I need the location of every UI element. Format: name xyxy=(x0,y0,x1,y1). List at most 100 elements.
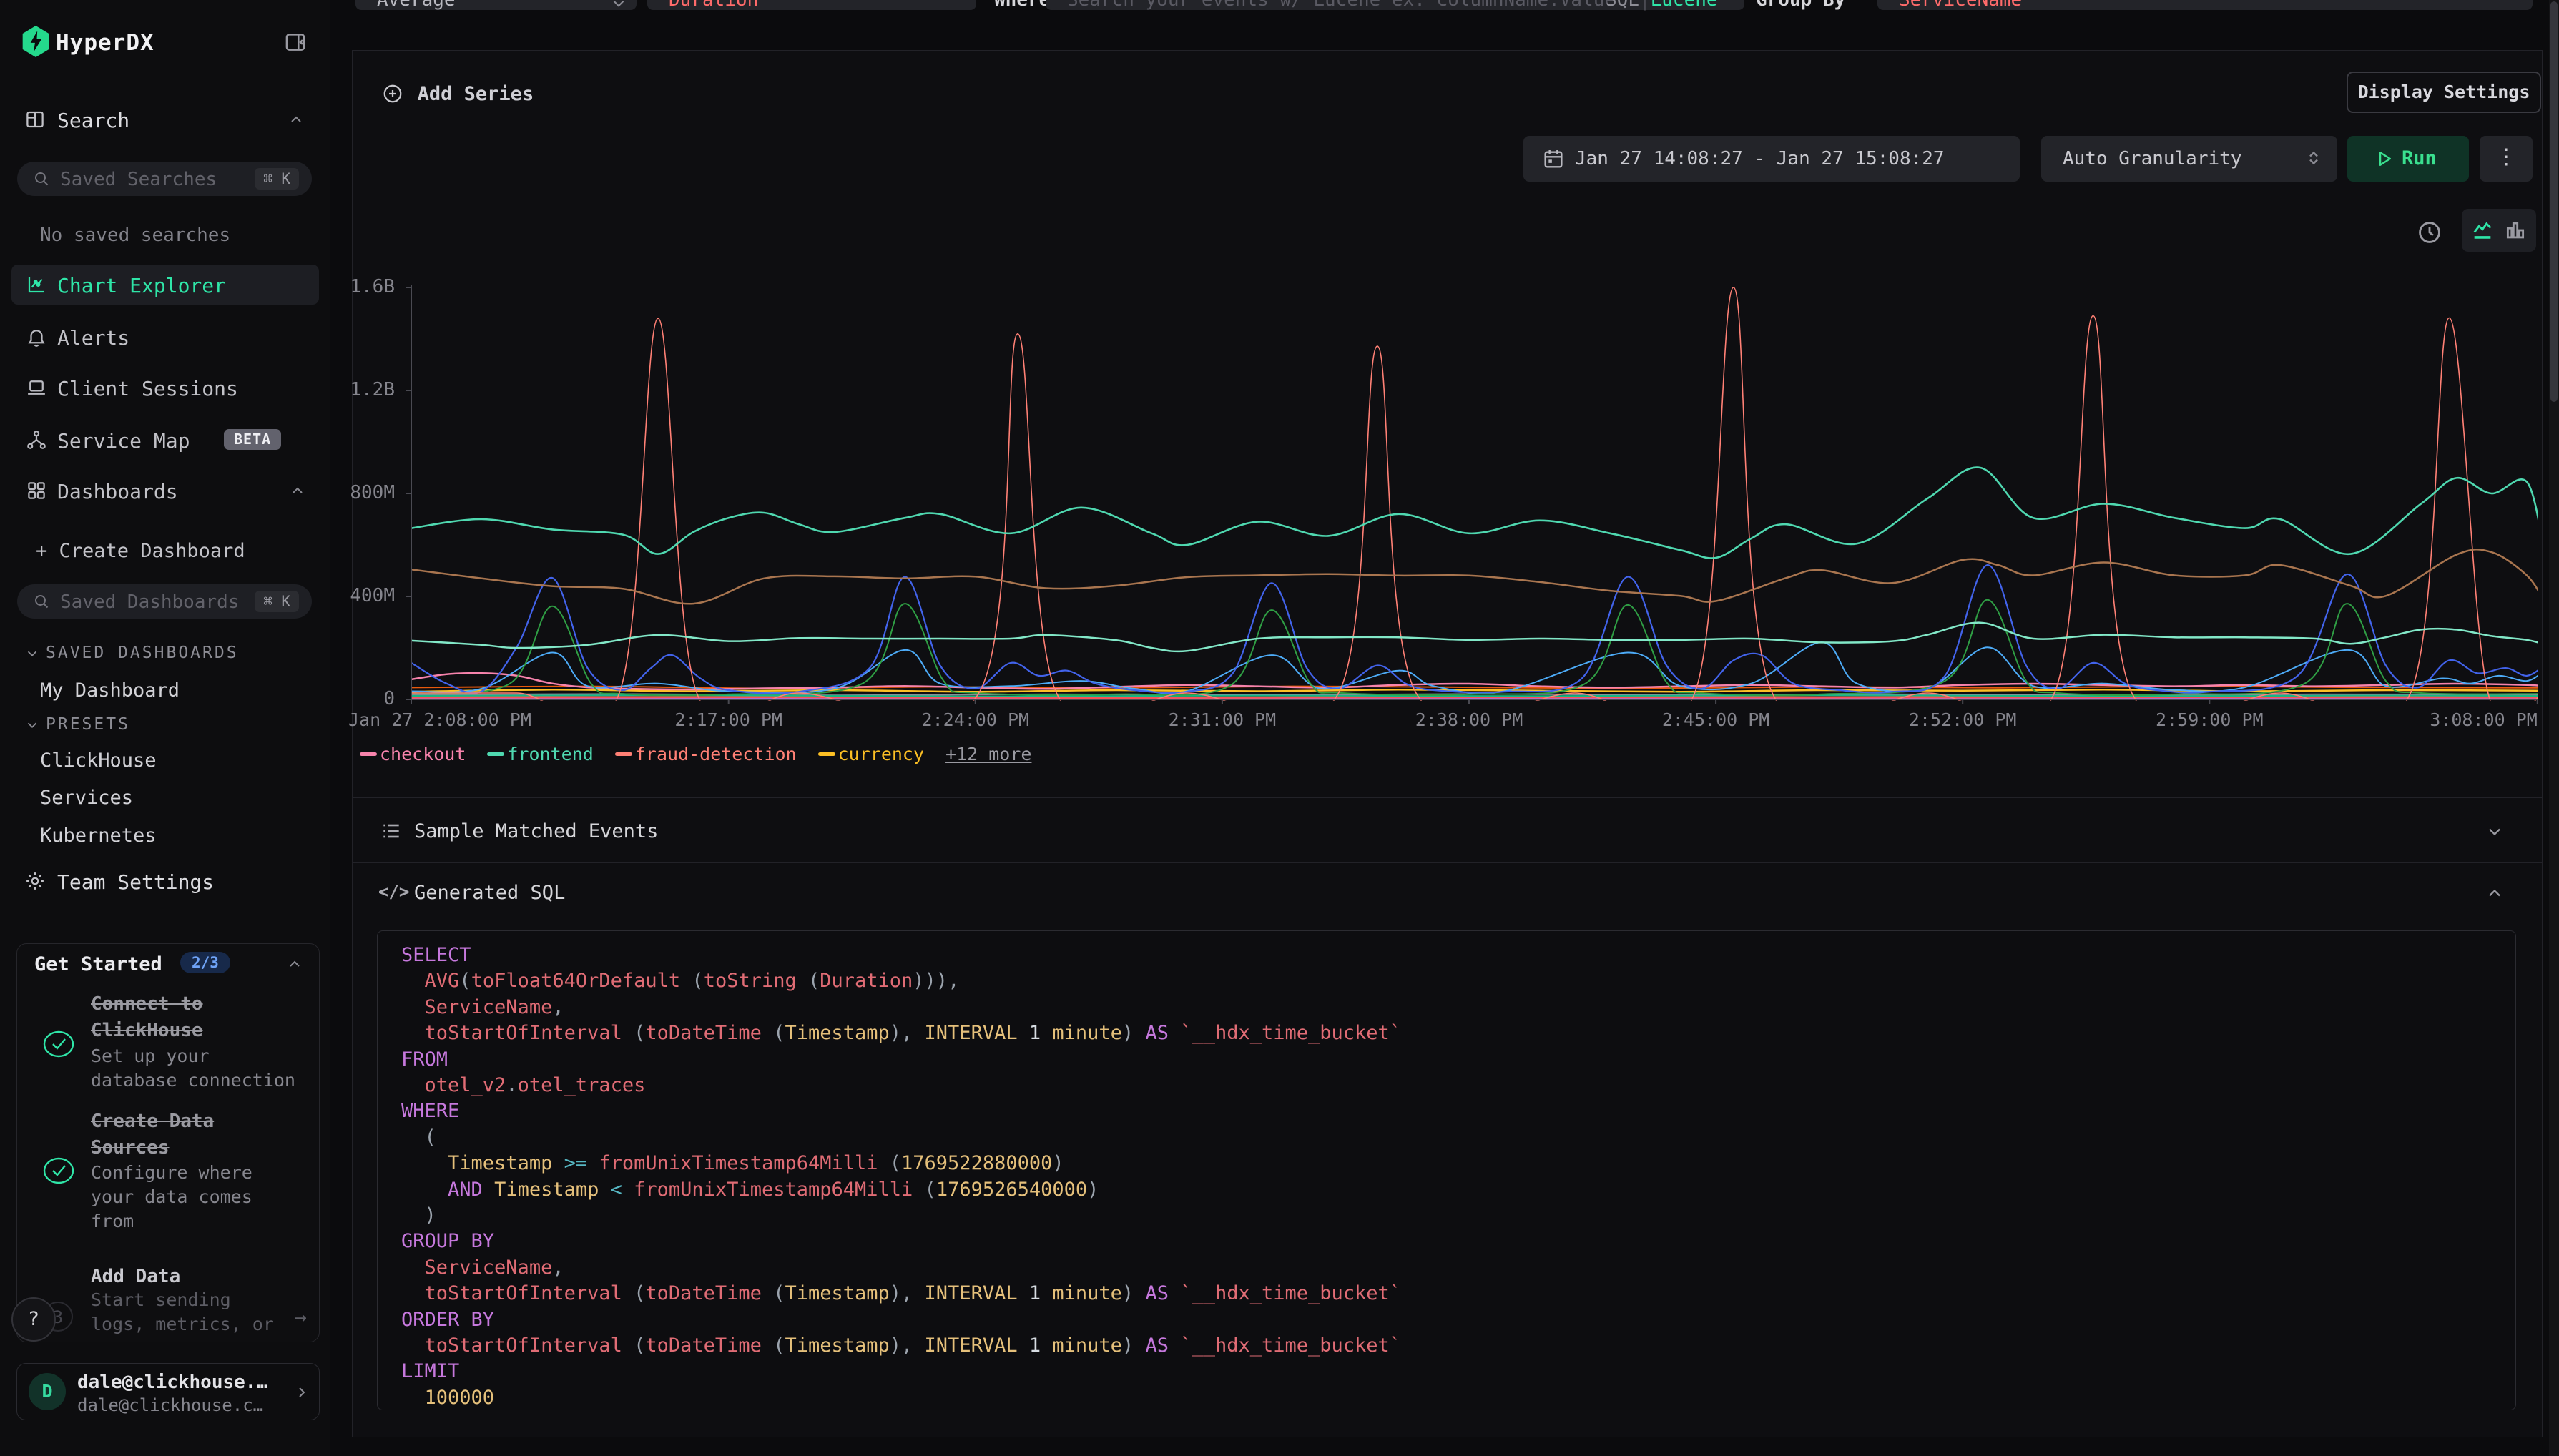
arrow-right-icon: → xyxy=(295,1305,307,1329)
chevron-up-icon[interactable] xyxy=(2485,883,2505,903)
timeseries-chart[interactable] xyxy=(404,272,2545,709)
sql-line: Timestamp >= fromUnixTimestamp64Milli (1… xyxy=(401,1151,1064,1176)
legend-item-frontend[interactable]: frontend xyxy=(487,744,593,764)
sql-code-block[interactable]: SELECT AVG(toFloat64OrDefault (toString … xyxy=(377,930,2516,1410)
sidebar-item-client-sessions[interactable]: Client Sessions xyxy=(11,368,319,408)
sql-line: ORDER BY xyxy=(401,1307,494,1333)
chevron-right-icon xyxy=(293,1384,310,1401)
group-header-saved-dashboards[interactable]: SAVED DASHBOARDS xyxy=(24,644,239,665)
dashboard-link-kubernetes[interactable]: Kubernetes xyxy=(40,825,157,847)
get-started-progress-badge: 2/3 xyxy=(180,952,230,973)
legend-label: frontend xyxy=(507,744,593,764)
line-chart-icon[interactable] xyxy=(2470,218,2495,242)
saved-searches-input[interactable]: Saved Searches ⌘ K xyxy=(17,162,312,196)
legend-more-link[interactable]: +12 more xyxy=(945,744,1031,764)
legend-label: fraud-detection xyxy=(635,744,797,764)
hyperdx-app: HyperDX Search Saved Searches ⌘ K xyxy=(0,0,2559,1456)
bar-chart-icon[interactable] xyxy=(2503,218,2528,242)
create-dashboard-button[interactable]: + Create Dashboard xyxy=(36,540,245,562)
time-range-picker[interactable]: Jan 27 14:08:27 - Jan 27 15:08:27 xyxy=(1523,136,2020,182)
chevron-down-icon xyxy=(609,0,628,13)
run-label: Run xyxy=(2402,147,2437,169)
user-name: dale@clickhouse.… xyxy=(77,1372,267,1393)
chevron-up-icon[interactable] xyxy=(288,111,305,128)
dashboard-link-clickhouse[interactable]: ClickHouse xyxy=(40,749,157,772)
granularity-select[interactable]: Auto Granularity xyxy=(2041,136,2337,182)
step-title: Add Data xyxy=(91,1264,180,1290)
sidebar-item-label: Dashboards xyxy=(57,480,178,503)
list-icon xyxy=(380,820,403,842)
chevron-up-icon[interactable] xyxy=(286,955,303,973)
mode-sql-label[interactable]: SQL xyxy=(1606,0,1639,11)
sql-line: SELECT xyxy=(401,943,471,968)
sidebar-section-search[interactable]: Search xyxy=(0,104,330,135)
aggregation-value: Average xyxy=(377,0,456,9)
query-language-toggle[interactable]: SQL|Lucene xyxy=(1606,0,1718,9)
beta-badge: BETA xyxy=(224,429,281,450)
x-axis-tick-label: 2:45:00 PM xyxy=(1662,709,1770,730)
sample-matched-events-panel[interactable]: Sample Matched Events xyxy=(352,797,2543,862)
mode-divider: | xyxy=(1639,0,1651,11)
sql-line: FROM xyxy=(401,1047,448,1073)
sidebar-item-team-settings[interactable]: Team Settings xyxy=(0,865,330,897)
laptop-icon xyxy=(26,377,47,398)
x-axis-tick-label: 3:08:00 PM xyxy=(2430,709,2538,730)
add-series-button[interactable]: Add Series xyxy=(382,83,534,105)
legend-item-checkout[interactable]: checkout xyxy=(360,744,466,764)
legend-item-currency[interactable]: currency xyxy=(818,744,924,764)
series-frontend xyxy=(411,468,2545,559)
sidebar-item-service-map[interactable]: Service Map BETA xyxy=(11,420,319,460)
legend-swatch xyxy=(487,752,504,756)
chevron-down-icon xyxy=(24,646,40,661)
help-button[interactable]: ? xyxy=(11,1297,56,1342)
sidebar-item-label: Service Map xyxy=(57,429,190,453)
code-icon: </> xyxy=(378,882,409,902)
group-header-presets[interactable]: PRESETS xyxy=(24,715,130,737)
sql-line: toStartOfInterval (toDateTime (Timestamp… xyxy=(401,1020,1401,1046)
series-other-brown xyxy=(411,549,2545,604)
mode-lucene-label[interactable]: Lucene xyxy=(1651,0,1718,11)
legend-swatch xyxy=(615,752,632,756)
sidebar-item-label: Alerts xyxy=(57,326,129,350)
more-options-button[interactable]: ⋮ xyxy=(2480,136,2533,182)
legend-swatch xyxy=(360,752,377,756)
sql-line: AVG(toFloat64OrDefault (toString (Durati… xyxy=(401,968,959,994)
run-button[interactable]: Run xyxy=(2347,136,2469,182)
step-title: Create Data xyxy=(91,1108,214,1135)
user-menu[interactable]: D dale@clickhouse.… dale@clickhouse.c… xyxy=(16,1363,320,1420)
field-value: Duration xyxy=(669,0,758,9)
avatar: D xyxy=(29,1373,66,1410)
dashboard-link-services[interactable]: Services xyxy=(40,787,133,809)
granularity-value: Auto Granularity xyxy=(2063,148,2241,169)
chart-type-toggle xyxy=(2462,209,2536,252)
grid-icon xyxy=(26,480,47,501)
check-circle-icon xyxy=(43,1155,74,1186)
sql-line: AND Timestamp < fromUnixTimestamp64Milli… xyxy=(401,1177,1099,1203)
sidebar-collapse-icon[interactable] xyxy=(283,30,308,54)
x-axis-tick-label: Jan 27 2:08:00 PM xyxy=(348,709,531,730)
sitemap-icon xyxy=(26,429,47,451)
series-fraud-detection xyxy=(411,287,2545,709)
sidebar-item-chart-explorer[interactable]: Chart Explorer xyxy=(11,265,319,305)
search-events-placeholder: Search your events w/ Lucene ex: ColumnN… xyxy=(1067,0,1616,9)
saved-dashboards-input[interactable]: Saved Dashboards ⌘ K xyxy=(17,584,312,619)
shortcut-badge: ⌘ K xyxy=(255,168,299,190)
x-axis-tick-label: 2:31:00 PM xyxy=(1169,709,1277,730)
group-by-value: ServiceName xyxy=(1899,0,2022,9)
saved-dashboards-placeholder: Saved Dashboards xyxy=(60,591,239,613)
dashboard-link-my-dashboard[interactable]: My Dashboard xyxy=(40,679,180,702)
legend-item-fraud-detection[interactable]: fraud-detection xyxy=(615,744,797,764)
sql-line: WHERE xyxy=(401,1098,459,1124)
group-by-label: Group By xyxy=(1756,0,1845,9)
chart-line-icon xyxy=(26,274,47,295)
y-axis-tick-label: 0 xyxy=(295,688,395,709)
step-title: ClickHouse xyxy=(91,1018,203,1044)
time-toggle-icon[interactable] xyxy=(2416,219,2443,246)
display-settings-button[interactable]: Display Settings xyxy=(2347,72,2541,113)
legend-swatch xyxy=(818,752,835,756)
sidebar-item-dashboards[interactable]: Dashboards xyxy=(11,471,319,511)
scrollbar-thumb[interactable] xyxy=(2550,1,2558,402)
user-email: dale@clickhouse.c… xyxy=(77,1395,263,1415)
sidebar-item-alerts[interactable]: Alerts xyxy=(11,317,319,357)
saved-searches-placeholder: Saved Searches xyxy=(60,169,217,190)
